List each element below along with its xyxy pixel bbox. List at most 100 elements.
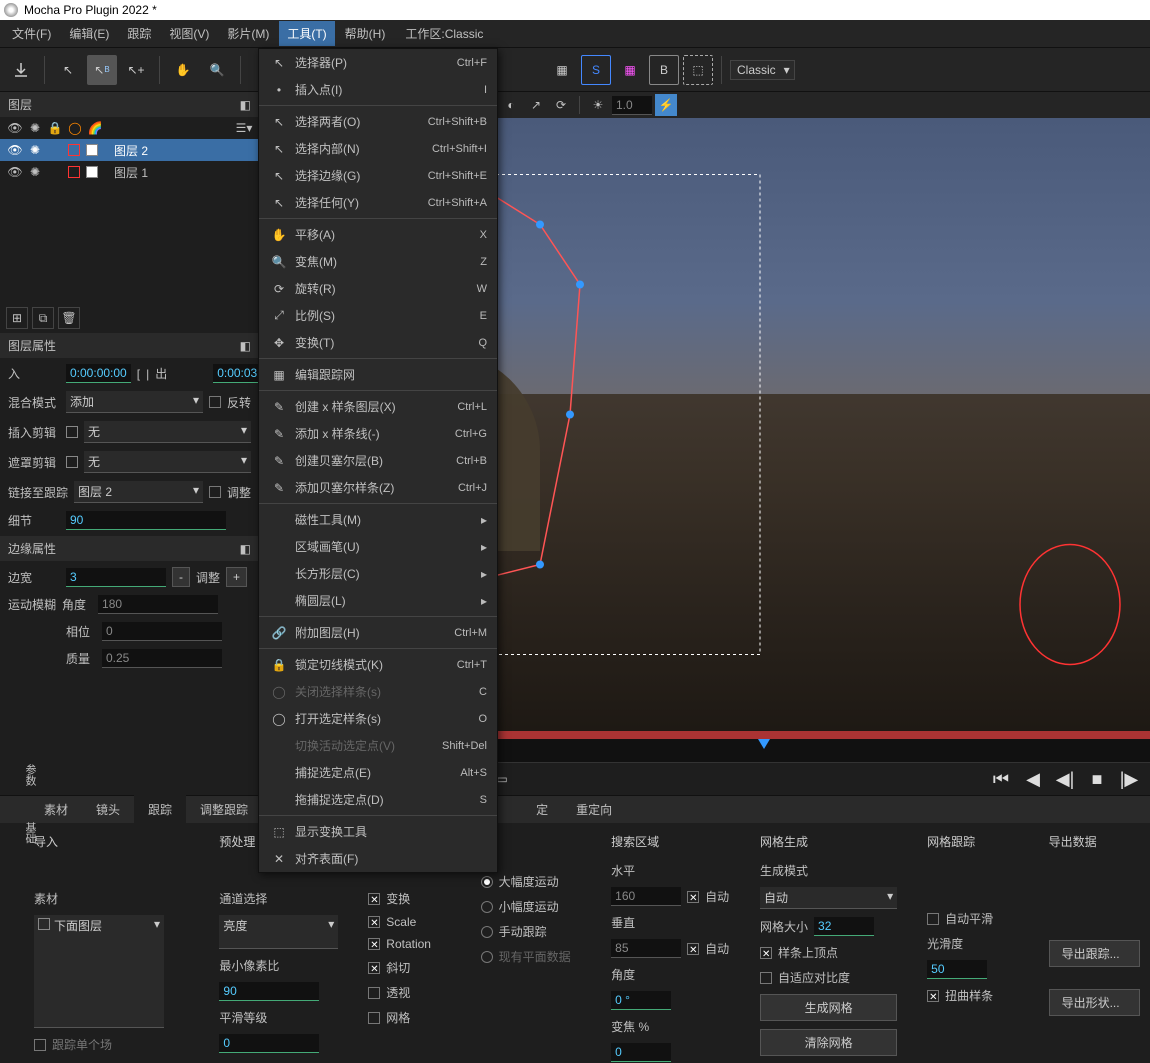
- menu-item[interactable]: ✥变换(T)Q: [259, 329, 497, 356]
- step-back-icon[interactable]: ◀|: [1052, 766, 1078, 792]
- link-select[interactable]: 图层 2: [74, 481, 203, 503]
- step-fwd-icon[interactable]: |▶: [1116, 766, 1142, 792]
- small-radio[interactable]: [481, 901, 493, 913]
- vp-j-icon[interactable]: ⟳: [550, 94, 572, 116]
- grid-icon[interactable]: ▦: [547, 55, 577, 85]
- vp-i-icon[interactable]: ↗: [525, 94, 547, 116]
- menu-item[interactable]: ⟳旋转(R)W: [259, 275, 497, 302]
- menu-item[interactable]: 长方形层(C)▸: [259, 560, 497, 587]
- color1-icon[interactable]: ◯: [68, 121, 82, 135]
- range2-icon[interactable]: ▭: [496, 772, 507, 786]
- play-back-icon[interactable]: ◀: [1020, 766, 1046, 792]
- spline-color-icon[interactable]: [68, 144, 80, 156]
- quality-field[interactable]: 0.25: [102, 649, 222, 668]
- tab-track[interactable]: 跟踪: [134, 795, 186, 824]
- menu-item[interactable]: ✎添加 x 样条线(-)Ctrl+G: [259, 420, 497, 447]
- tab-lens[interactable]: 镜头: [82, 795, 134, 824]
- layer-row[interactable]: 👁 ✺ 图层 1: [0, 161, 259, 183]
- pin-icon[interactable]: ◧: [240, 98, 251, 112]
- b-mode-icon[interactable]: B: [649, 55, 679, 85]
- matte-select[interactable]: 无: [84, 451, 251, 473]
- menu-item[interactable]: 🔒锁定切线模式(K)Ctrl+T: [259, 651, 497, 678]
- vert-field[interactable]: 85: [611, 939, 681, 958]
- gear-icon[interactable]: ✺: [28, 165, 42, 179]
- manual-radio[interactable]: [481, 926, 493, 938]
- marquee-icon[interactable]: ⬚: [683, 55, 713, 85]
- angle-field[interactable]: 180: [98, 595, 218, 614]
- menu-tools[interactable]: 工具(T): [279, 21, 334, 46]
- insert-swatch[interactable]: [66, 426, 78, 438]
- menu-item[interactable]: 椭圆层(L)▸: [259, 587, 497, 614]
- menu-item[interactable]: 捕捉选定点(E)Alt+S: [259, 759, 497, 786]
- minpx-field[interactable]: 90: [219, 982, 319, 1001]
- exposure-field[interactable]: 1.0: [612, 96, 652, 115]
- new-group-icon[interactable]: ⊞: [6, 307, 28, 329]
- zoom-icon[interactable]: 🔍: [202, 55, 232, 85]
- menu-item[interactable]: 磁性工具(M)▸: [259, 506, 497, 533]
- playhead-icon[interactable]: [758, 739, 770, 749]
- menu-view[interactable]: 视图(V): [161, 21, 217, 46]
- layer-name[interactable]: 图层 1: [114, 164, 148, 181]
- menu-file[interactable]: 文件(F): [4, 21, 59, 46]
- warp-check[interactable]: [927, 990, 939, 1002]
- matte-swatch[interactable]: [66, 456, 78, 468]
- adjust-check[interactable]: [209, 486, 221, 498]
- color2-icon[interactable]: 🌈: [88, 121, 102, 135]
- tab-adjusttrack[interactable]: 调整跟踪: [186, 795, 262, 824]
- menu-item[interactable]: •插入点(I)I: [259, 76, 497, 103]
- minus-button[interactable]: -: [172, 567, 190, 587]
- adaptive-check[interactable]: [760, 972, 772, 984]
- persp-check[interactable]: [368, 987, 380, 999]
- in-bracket-icon[interactable]: [: [137, 367, 140, 381]
- phase-field[interactable]: 0: [102, 622, 222, 641]
- layer-row[interactable]: 👁 ✺ 图层 2: [0, 139, 259, 161]
- mesh-check[interactable]: [368, 1012, 380, 1024]
- lock-icon[interactable]: 🔒: [48, 121, 62, 135]
- menu-item[interactable]: ✎创建贝塞尔层(B)Ctrl+B: [259, 447, 497, 474]
- brightness-icon[interactable]: ☀: [587, 94, 609, 116]
- genmode-select[interactable]: 自动: [760, 887, 897, 909]
- stop-icon[interactable]: ■: [1084, 766, 1110, 792]
- in-field[interactable]: 0:00:00:00: [66, 364, 131, 383]
- menu-help[interactable]: 帮助(H): [337, 21, 394, 46]
- genmesh-button[interactable]: 生成网格: [760, 994, 897, 1021]
- duplicate-icon[interactable]: ⧉: [32, 307, 54, 329]
- tracksingle-check[interactable]: [34, 1039, 46, 1051]
- gear-icon[interactable]: ✺: [28, 143, 42, 157]
- s-mode-icon[interactable]: S: [581, 55, 611, 85]
- transform-check[interactable]: [368, 893, 380, 905]
- exist-radio[interactable]: [481, 951, 493, 963]
- pin-icon[interactable]: ◧: [240, 542, 251, 556]
- spline-color-icon[interactable]: [68, 166, 80, 178]
- goto-start-icon[interactable]: ⏮: [988, 766, 1014, 792]
- plus-button[interactable]: +: [226, 567, 247, 587]
- channel-select[interactable]: 亮度: [219, 915, 338, 949]
- invert-check[interactable]: [209, 396, 221, 408]
- meshsize-field[interactable]: 32: [814, 917, 874, 936]
- out-field[interactable]: 0:00:03:18: [213, 364, 259, 383]
- large-radio[interactable]: [481, 876, 493, 888]
- menu-edit[interactable]: 编辑(E): [61, 21, 117, 46]
- clip-select[interactable]: 下面图层: [34, 915, 164, 1028]
- menu-track[interactable]: 跟踪: [119, 21, 159, 46]
- detail-field[interactable]: 90: [66, 511, 226, 530]
- shear-check[interactable]: [368, 962, 380, 974]
- menu-item[interactable]: 拖捕捉选定点(D)S: [259, 786, 497, 813]
- gear-icon[interactable]: ✺: [28, 121, 42, 135]
- pin-icon[interactable]: ◧: [240, 339, 251, 353]
- menu-item[interactable]: ✋平移(A)X: [259, 221, 497, 248]
- eye-icon[interactable]: 👁: [8, 143, 22, 157]
- angle2-field[interactable]: 0 °: [611, 991, 671, 1010]
- pointer-a-icon[interactable]: ↖: [53, 55, 83, 85]
- insert-select[interactable]: 无: [84, 421, 251, 443]
- vp-h-icon[interactable]: ◐: [500, 94, 522, 116]
- smooth-field[interactable]: 0: [219, 1034, 319, 1053]
- matte-color-icon[interactable]: [86, 144, 98, 156]
- filter-icon[interactable]: ☰▾: [237, 121, 251, 135]
- save-icon[interactable]: [6, 55, 36, 85]
- exporttrack-button[interactable]: 导出跟踪...: [1049, 940, 1140, 967]
- menu-item[interactable]: ✎添加贝塞尔样条(Z)Ctrl+J: [259, 474, 497, 501]
- sidetab-params[interactable]: 参数: [4, 756, 40, 794]
- trash-icon[interactable]: 🗑: [58, 307, 80, 329]
- menu-clip[interactable]: 影片(M): [219, 21, 277, 46]
